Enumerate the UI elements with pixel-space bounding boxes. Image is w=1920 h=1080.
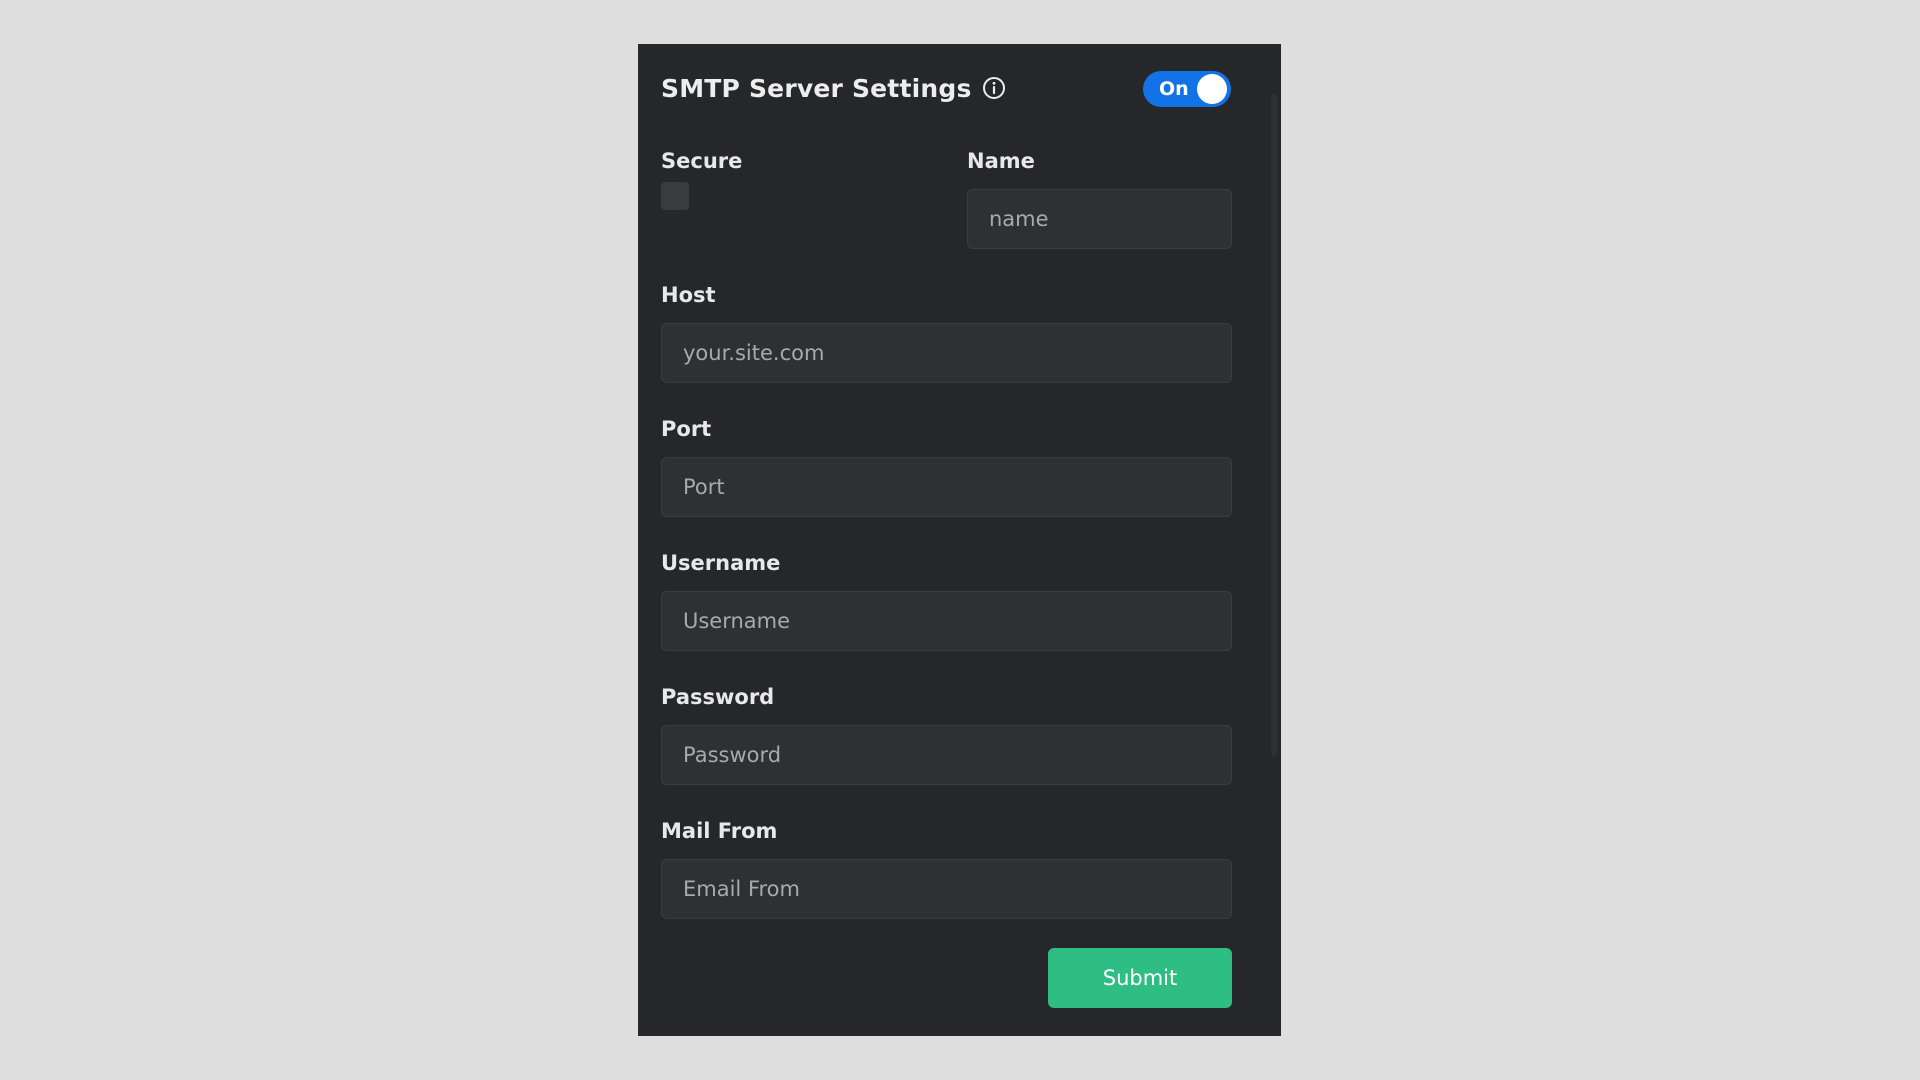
panel-scrollbar[interactable] xyxy=(1271,94,1277,756)
mail-from-label: Mail From xyxy=(661,819,778,843)
panel-header: SMTP Server Settings On xyxy=(661,68,1231,108)
panel-title: SMTP Server Settings xyxy=(661,73,972,103)
smtp-enabled-toggle[interactable]: On xyxy=(1143,71,1231,107)
name-label: Name xyxy=(967,149,1035,173)
secure-checkbox[interactable] xyxy=(661,182,689,210)
password-label: Password xyxy=(661,685,775,709)
port-input[interactable] xyxy=(661,457,1232,517)
submit-button[interactable]: Submit xyxy=(1048,948,1232,1008)
secure-label: Secure xyxy=(661,149,743,173)
username-input[interactable] xyxy=(661,591,1232,651)
smtp-settings-panel: SMTP Server Settings On Secure Name Host… xyxy=(638,44,1281,1036)
password-input[interactable] xyxy=(661,725,1232,785)
port-label: Port xyxy=(661,417,712,441)
host-label: Host xyxy=(661,283,716,307)
name-input[interactable] xyxy=(967,189,1232,249)
host-input[interactable] xyxy=(661,323,1232,383)
toggle-knob xyxy=(1197,74,1227,104)
info-circle-icon[interactable] xyxy=(982,76,1006,100)
toggle-label: On xyxy=(1159,78,1189,100)
mail-from-input[interactable] xyxy=(661,859,1232,919)
username-label: Username xyxy=(661,551,781,575)
